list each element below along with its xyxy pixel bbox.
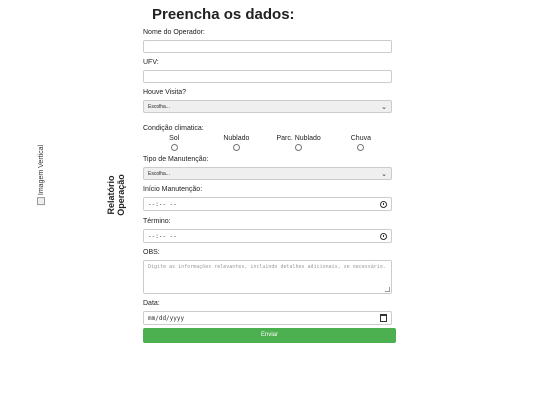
submit-button[interactable]: Enviar [143,328,396,343]
obs-textarea[interactable]: Digite as informações relevantes, inclui… [143,260,392,294]
obs-placeholder: Digite as informações relevantes, inclui… [148,264,386,270]
maintenance-type-select[interactable]: Escolha... ⌄ [143,167,392,180]
end-time-input[interactable]: --:-- -- [143,229,392,243]
climate-option-chuva[interactable]: Chuva [330,135,392,151]
date-label: Data: [143,300,160,307]
climate-option-label: Sol [169,135,180,142]
climate-radio-group: Sol Nublado Parc. Nublado Chuva [143,135,392,151]
vertical-image: Imagem Vertical [26,140,56,210]
clock-icon[interactable] [380,200,387,208]
visit-select-value: Escolha... [148,103,170,110]
visit-label: Houve Visita? [143,89,187,96]
ufv-label: UFV: [143,59,159,66]
maintenance-type-value: Escolha... [148,170,170,177]
resize-handle-icon[interactable] [385,287,390,292]
climate-option-label: Parc. Nublado [276,135,321,142]
end-label: Término: [143,218,171,225]
visit-select[interactable]: Escolha... ⌄ [143,100,392,113]
start-label: Início Manutenção: [143,186,203,193]
start-time-placeholder: --:-- -- [148,200,177,208]
radio-nublado[interactable] [232,144,240,151]
side-title-line2: Operação [116,174,126,216]
report-form: Preencha os dados: Nome do Operador: UFV… [143,6,397,343]
obs-label: OBS: [143,249,160,256]
calendar-icon[interactable] [380,314,387,322]
vertical-image-alt: Imagem Vertical [37,144,45,196]
operator-input[interactable] [143,40,392,53]
start-time-input[interactable]: --:-- -- [143,197,392,211]
operator-label: Nome do Operador: [143,29,205,36]
chevron-down-icon: ⌄ [381,170,387,178]
radio-chuva[interactable] [357,144,365,151]
form-title: Preencha os dados: [152,6,295,23]
climate-option-nublado[interactable]: Nublado [205,135,267,151]
ufv-input[interactable] [143,70,392,83]
radio-sol[interactable] [170,144,178,151]
climate-option-label: Nublado [223,135,250,142]
broken-image-icon [37,197,45,206]
radio-parc-nublado[interactable] [295,144,303,151]
clock-icon[interactable] [380,232,387,240]
end-time-placeholder: --:-- -- [148,232,177,240]
maintenance-type-label: Tipo de Manutenção: [143,156,209,163]
side-title-line1: Relatório [106,175,116,215]
date-input[interactable]: mm/dd/yyyy [143,311,392,325]
climate-option-sol[interactable]: Sol [143,135,205,151]
climate-option-parc-nublado[interactable]: Parc. Nublado [268,135,330,151]
report-side-title: Relatório Operação [96,155,136,235]
climate-option-label: Chuva [350,135,371,142]
chevron-down-icon: ⌄ [381,103,387,111]
date-placeholder: mm/dd/yyyy [148,314,185,322]
climate-label: Condição climatica: [143,125,204,132]
